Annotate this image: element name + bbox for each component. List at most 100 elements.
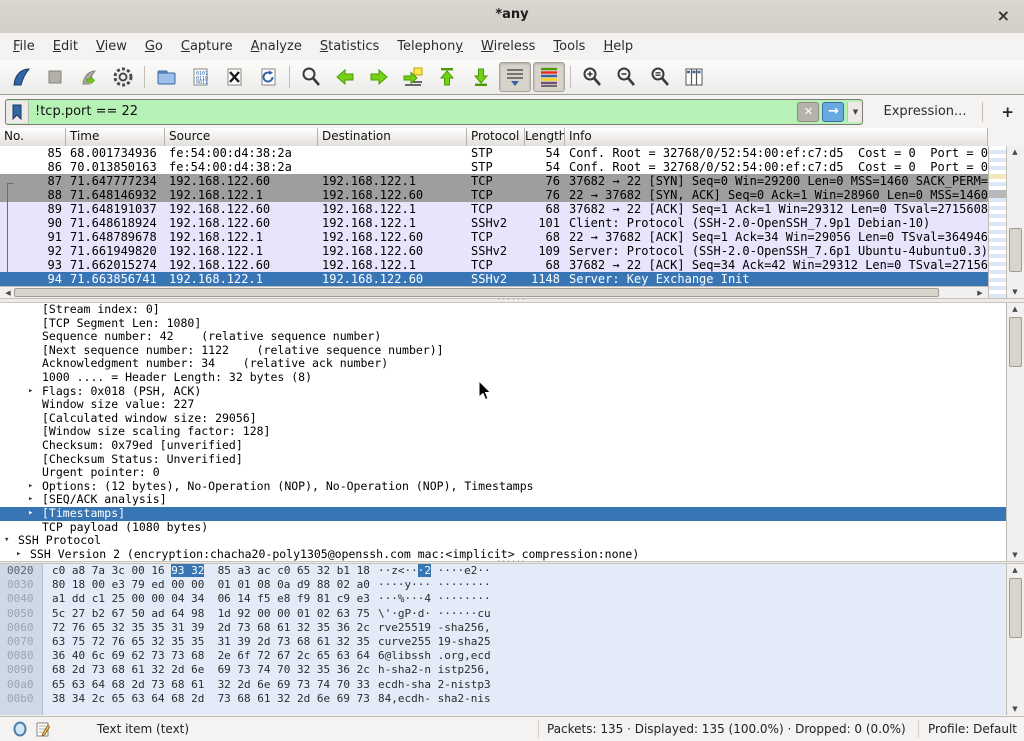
detail-line[interactable]: ▸[SEQ/ACK analysis] bbox=[0, 493, 1006, 507]
auto-scroll-toggle[interactable] bbox=[499, 62, 531, 92]
packet-row[interactable]: 8771.647777234192.168.122.60192.168.122.… bbox=[0, 174, 988, 188]
scroll-down-icon[interactable]: ▼ bbox=[1007, 703, 1023, 715]
details-vscrollbar[interactable]: ▲ ▼ bbox=[1006, 303, 1024, 561]
stop-capture-button[interactable] bbox=[39, 62, 71, 92]
expander-expanded-icon[interactable]: ▾ bbox=[4, 534, 18, 548]
go-to-packet-button[interactable] bbox=[397, 62, 429, 92]
detail-line[interactable]: Acknowledgment number: 34 (relative ack … bbox=[0, 357, 1006, 371]
start-capture-button[interactable] bbox=[5, 62, 37, 92]
hex-row[interactable]: 006072 76 65 32 35 35 31 39 2d 73 68 61 … bbox=[0, 621, 1006, 635]
menu-item[interactable]: Capture bbox=[172, 35, 242, 58]
hex-row[interactable]: 008036 40 6c 69 62 73 73 68 2e 6f 72 67 … bbox=[0, 649, 1006, 663]
column-header[interactable]: Length bbox=[525, 128, 565, 146]
scrollbar-thumb[interactable] bbox=[14, 288, 939, 297]
find-packet-button[interactable] bbox=[295, 62, 327, 92]
filter-apply-button[interactable]: → bbox=[822, 102, 844, 122]
scroll-up-icon[interactable]: ▲ bbox=[1007, 146, 1023, 158]
detail-line[interactable]: ▸Options: (12 bytes), No-Operation (NOP)… bbox=[0, 480, 1006, 494]
detail-line[interactable]: [Next sequence number: 1122 (relative se… bbox=[0, 344, 1006, 358]
expander-collapsed-icon[interactable]: ▸ bbox=[28, 493, 42, 507]
detail-line[interactable]: Window size value: 227 bbox=[0, 398, 1006, 412]
detail-line[interactable]: Sequence number: 42 (relative sequence n… bbox=[0, 330, 1006, 344]
scroll-up-icon[interactable]: ▲ bbox=[1007, 564, 1023, 576]
filter-clear-button[interactable]: ✕ bbox=[797, 102, 819, 122]
scroll-up-icon[interactable]: ▲ bbox=[1007, 303, 1023, 315]
zoom-original-button[interactable] bbox=[644, 62, 676, 92]
detail-line[interactable]: [Checksum Status: Unverified] bbox=[0, 453, 1006, 467]
zoom-out-button[interactable] bbox=[610, 62, 642, 92]
menu-item[interactable]: Statistics bbox=[311, 35, 388, 58]
packet-row[interactable]: 8670.013850163fe:54:00:d4:38:2aSTP54Conf… bbox=[0, 160, 988, 174]
menu-item[interactable]: Tools bbox=[544, 35, 594, 58]
open-file-button[interactable] bbox=[150, 62, 182, 92]
resize-columns-button[interactable] bbox=[678, 62, 710, 92]
packet-list-hscrollbar[interactable]: ◀ ▶ bbox=[0, 286, 988, 298]
capture-options-button[interactable] bbox=[107, 62, 139, 92]
detail-line[interactable]: Urgent pointer: 0 bbox=[0, 466, 1006, 480]
detail-line[interactable]: [Window size scaling factor: 128] bbox=[0, 425, 1006, 439]
scroll-down-icon[interactable]: ▼ bbox=[1007, 549, 1023, 561]
packet-row[interactable]: 8568.001734936fe:54:00:d4:38:2aSTP54Conf… bbox=[0, 146, 988, 160]
hex-row[interactable]: 007063 75 72 76 65 32 35 35 31 39 2d 73 … bbox=[0, 635, 1006, 649]
packet-row[interactable]: 9271.661949820192.168.122.1192.168.122.6… bbox=[0, 244, 988, 258]
detail-line[interactable]: TCP payload (1080 bytes) bbox=[0, 521, 1006, 535]
close-file-button[interactable] bbox=[218, 62, 250, 92]
detail-line[interactable]: [Stream index: 0] bbox=[0, 303, 1006, 317]
column-header[interactable]: Destination bbox=[318, 128, 467, 146]
packet-row[interactable]: 9171.648789678192.168.122.1192.168.122.6… bbox=[0, 230, 988, 244]
expander-collapsed-icon[interactable]: ▸ bbox=[28, 507, 42, 521]
capture-comment-button[interactable] bbox=[36, 721, 51, 740]
packet-row[interactable]: 8871.648146932192.168.122.1192.168.122.6… bbox=[0, 188, 988, 202]
hex-vscrollbar[interactable]: ▲ ▼ bbox=[1006, 564, 1024, 715]
menu-item[interactable]: View bbox=[87, 35, 136, 58]
detail-line[interactable]: Checksum: 0x79ed [unverified] bbox=[0, 439, 1006, 453]
column-header[interactable]: Time bbox=[66, 128, 165, 146]
hex-row[interactable]: 00b038 34 2c 65 63 64 68 2d 73 68 61 32 … bbox=[0, 692, 1006, 706]
add-filter-button[interactable]: + bbox=[991, 103, 1024, 121]
menu-item[interactable]: Wireless bbox=[472, 35, 544, 58]
scroll-down-icon[interactable]: ▼ bbox=[1007, 286, 1023, 298]
zoom-in-button[interactable] bbox=[576, 62, 608, 92]
expander-collapsed-icon[interactable]: ▸ bbox=[28, 480, 42, 494]
menu-item[interactable]: Help bbox=[594, 35, 642, 58]
menu-item[interactable]: Telephony bbox=[388, 35, 472, 58]
scrollbar-thumb[interactable] bbox=[1009, 317, 1022, 367]
hex-row[interactable]: 0040a1 dd c1 25 00 00 04 34 06 14 f5 e8 … bbox=[0, 592, 1006, 606]
filter-bookmark-button[interactable] bbox=[6, 101, 29, 123]
hex-row[interactable]: 003080 18 00 e3 79 ed 00 00 01 01 08 0a … bbox=[0, 578, 1006, 592]
menu-item[interactable]: Go bbox=[136, 35, 172, 58]
packet-list-vscrollbar[interactable]: ▲ ▼ bbox=[1006, 146, 1024, 298]
filter-history-dropdown[interactable]: ▼ bbox=[847, 102, 862, 122]
column-header[interactable]: Protocol bbox=[467, 128, 525, 146]
titlebar[interactable]: *any × bbox=[0, 0, 1024, 34]
hex-row[interactable]: 009068 2d 73 68 61 32 2d 6e 69 73 74 70 … bbox=[0, 663, 1006, 677]
expert-info-button[interactable] bbox=[13, 721, 28, 740]
expander-collapsed-icon[interactable]: ▸ bbox=[16, 548, 30, 561]
menu-item[interactable]: Edit bbox=[44, 35, 87, 58]
restart-capture-button[interactable] bbox=[73, 62, 105, 92]
hex-row[interactable]: 00505c 27 b2 67 50 ad 64 98 1d 92 00 00 … bbox=[0, 607, 1006, 621]
packet-row[interactable]: 9371.662015274192.168.122.60192.168.122.… bbox=[0, 258, 988, 272]
detail-line[interactable]: [Calculated window size: 29056] bbox=[0, 412, 1006, 426]
detail-line[interactable]: 1000 .... = Header Length: 32 bytes (8) bbox=[0, 371, 1006, 385]
go-forward-button[interactable] bbox=[363, 62, 395, 92]
packet-row[interactable]: 9071.648618924192.168.122.60192.168.122.… bbox=[0, 216, 988, 230]
menu-item[interactable]: File bbox=[4, 35, 44, 58]
detail-line[interactable]: [TCP Segment Len: 1080] bbox=[0, 317, 1006, 331]
hex-row[interactable]: 00a065 63 64 68 2d 73 68 61 32 2d 6e 69 … bbox=[0, 678, 1006, 692]
scrollbar-thumb[interactable] bbox=[1009, 228, 1022, 272]
hex-row[interactable]: 0020c0 a8 7a 3c 00 16 93 32 85 a3 ac c0 … bbox=[0, 564, 1006, 578]
packet-row[interactable]: 9471.663856741192.168.122.1192.168.122.6… bbox=[0, 272, 988, 286]
packet-row[interactable]: 8971.648191037192.168.122.60192.168.122.… bbox=[0, 202, 988, 216]
status-profile[interactable]: Profile: Default bbox=[928, 722, 1017, 736]
detail-line[interactable]: ▾SSH Protocol bbox=[0, 534, 1006, 548]
column-header[interactable]: No. bbox=[0, 128, 66, 146]
detail-line[interactable]: ▸Flags: 0x018 (PSH, ACK) bbox=[0, 385, 1006, 399]
save-file-button[interactable]: 010101100011 bbox=[184, 62, 216, 92]
detail-line[interactable]: ▸[Timestamps] bbox=[0, 507, 1006, 521]
reload-file-button[interactable] bbox=[252, 62, 284, 92]
expander-collapsed-icon[interactable]: ▸ bbox=[28, 385, 42, 399]
column-header[interactable]: Info bbox=[565, 128, 988, 146]
scrollbar-thumb[interactable] bbox=[1009, 578, 1022, 638]
go-to-bottom-button[interactable] bbox=[465, 62, 497, 92]
